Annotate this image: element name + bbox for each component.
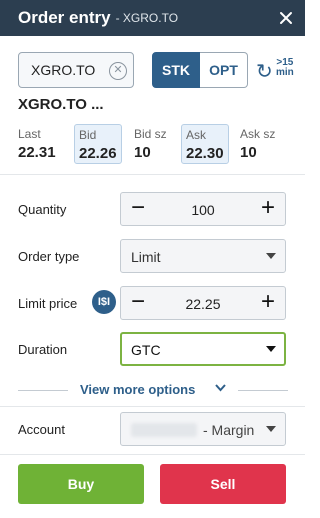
quantity-input[interactable]: 100 xyxy=(155,202,251,218)
delay-label-line2: min xyxy=(276,67,294,78)
quote-bid-size: Bid sz 10 xyxy=(134,127,167,167)
buy-button[interactable]: Buy xyxy=(18,464,144,504)
caret-down-icon xyxy=(266,253,276,259)
stk-toggle-button[interactable]: STK xyxy=(152,52,200,88)
clear-icon[interactable]: ✕ xyxy=(109,62,127,80)
quantity-increment-button[interactable]: + xyxy=(251,193,285,225)
refresh-button[interactable]: ↻ >15 min xyxy=(256,56,296,86)
view-more-options: View more options xyxy=(18,380,288,400)
duration-label: Duration xyxy=(18,342,68,357)
refresh-icon: ↻ xyxy=(256,61,273,83)
limit-price-input[interactable]: 22.25 xyxy=(155,296,251,312)
chevron-down-icon[interactable] xyxy=(214,381,227,397)
quote-label: Bid sz xyxy=(134,127,167,141)
opt-label: OPT xyxy=(209,62,238,78)
quote-bid[interactable]: Bid 22.26 xyxy=(74,124,122,164)
redacted-account-id xyxy=(131,423,197,437)
account-value: - Margin xyxy=(203,422,255,438)
symbol-input[interactable]: XGRO.TO ✕ xyxy=(18,52,134,88)
account-select[interactable]: - Margin xyxy=(120,412,286,446)
order-type-value: Limit xyxy=(131,249,161,265)
quantity-stepper[interactable]: − 100 + xyxy=(120,192,286,226)
duration-value: GTC xyxy=(131,342,161,358)
duration-row: Duration GTC xyxy=(18,332,288,368)
limit-price-increment-button[interactable]: + xyxy=(251,287,285,319)
section-divider xyxy=(0,174,305,175)
limit-price-label: Limit price xyxy=(18,296,78,311)
buy-label: Buy xyxy=(67,476,95,492)
sell-label: Sell xyxy=(210,476,236,492)
limit-price-decrement-button[interactable]: − xyxy=(121,287,155,319)
instrument-row: XGRO.TO ✕ STK OPT ↻ >15 min xyxy=(18,52,294,88)
quote-value: 22.30 xyxy=(186,145,224,162)
order-type-label: Order type xyxy=(18,249,80,264)
duration-select[interactable]: GTC xyxy=(120,332,286,366)
symbol-value[interactable]: XGRO.TO xyxy=(31,62,95,78)
divider-line xyxy=(18,390,68,391)
panel-subtitle: - XGRO.TO xyxy=(115,11,179,25)
quote-value: 22.26 xyxy=(79,145,117,162)
quote-label: Last xyxy=(18,127,41,141)
quantity-label: Quantity xyxy=(18,202,67,217)
stk-label: STK xyxy=(162,62,190,78)
panel-title: Order entry xyxy=(18,8,111,27)
currency-icon[interactable]: I$I xyxy=(92,290,116,314)
caret-down-icon xyxy=(266,426,276,432)
quote-ask[interactable]: Ask 22.30 xyxy=(181,124,229,164)
instrument-name: XGRO.TO ... xyxy=(18,96,104,113)
caret-down-icon xyxy=(266,346,276,352)
divider-line xyxy=(238,390,288,391)
section-divider xyxy=(0,406,305,407)
account-label: Account xyxy=(18,422,65,437)
order-entry-header: Order entry - XGRO.TO xyxy=(0,0,305,36)
limit-price-row: Limit price I$I − 22.25 + xyxy=(18,286,288,322)
quote-value: 22.31 xyxy=(18,144,56,161)
quote-label: Bid xyxy=(79,128,97,142)
view-more-options-link[interactable]: View more options xyxy=(80,382,195,397)
quote-ask-size: Ask sz 10 xyxy=(240,127,275,167)
order-type-row: Order type Limit xyxy=(18,239,288,275)
quantity-row: Quantity − 100 + xyxy=(18,192,288,228)
quote-label: Ask xyxy=(186,128,207,142)
section-divider xyxy=(0,454,305,455)
quote-label: Ask sz xyxy=(240,127,276,141)
quote-value: 10 xyxy=(240,144,257,161)
opt-toggle-button[interactable]: OPT xyxy=(200,52,248,88)
delay-label: >15 min xyxy=(276,58,294,78)
sell-button[interactable]: Sell xyxy=(160,464,286,504)
limit-price-stepper[interactable]: − 22.25 + xyxy=(120,286,286,320)
quote-last: Last 22.31 xyxy=(18,127,56,167)
close-icon[interactable] xyxy=(275,7,297,29)
order-type-select[interactable]: Limit xyxy=(120,239,286,273)
quantity-decrement-button[interactable]: − xyxy=(121,193,155,225)
account-row: Account - Margin xyxy=(18,412,288,448)
quote-value: 10 xyxy=(134,144,151,161)
